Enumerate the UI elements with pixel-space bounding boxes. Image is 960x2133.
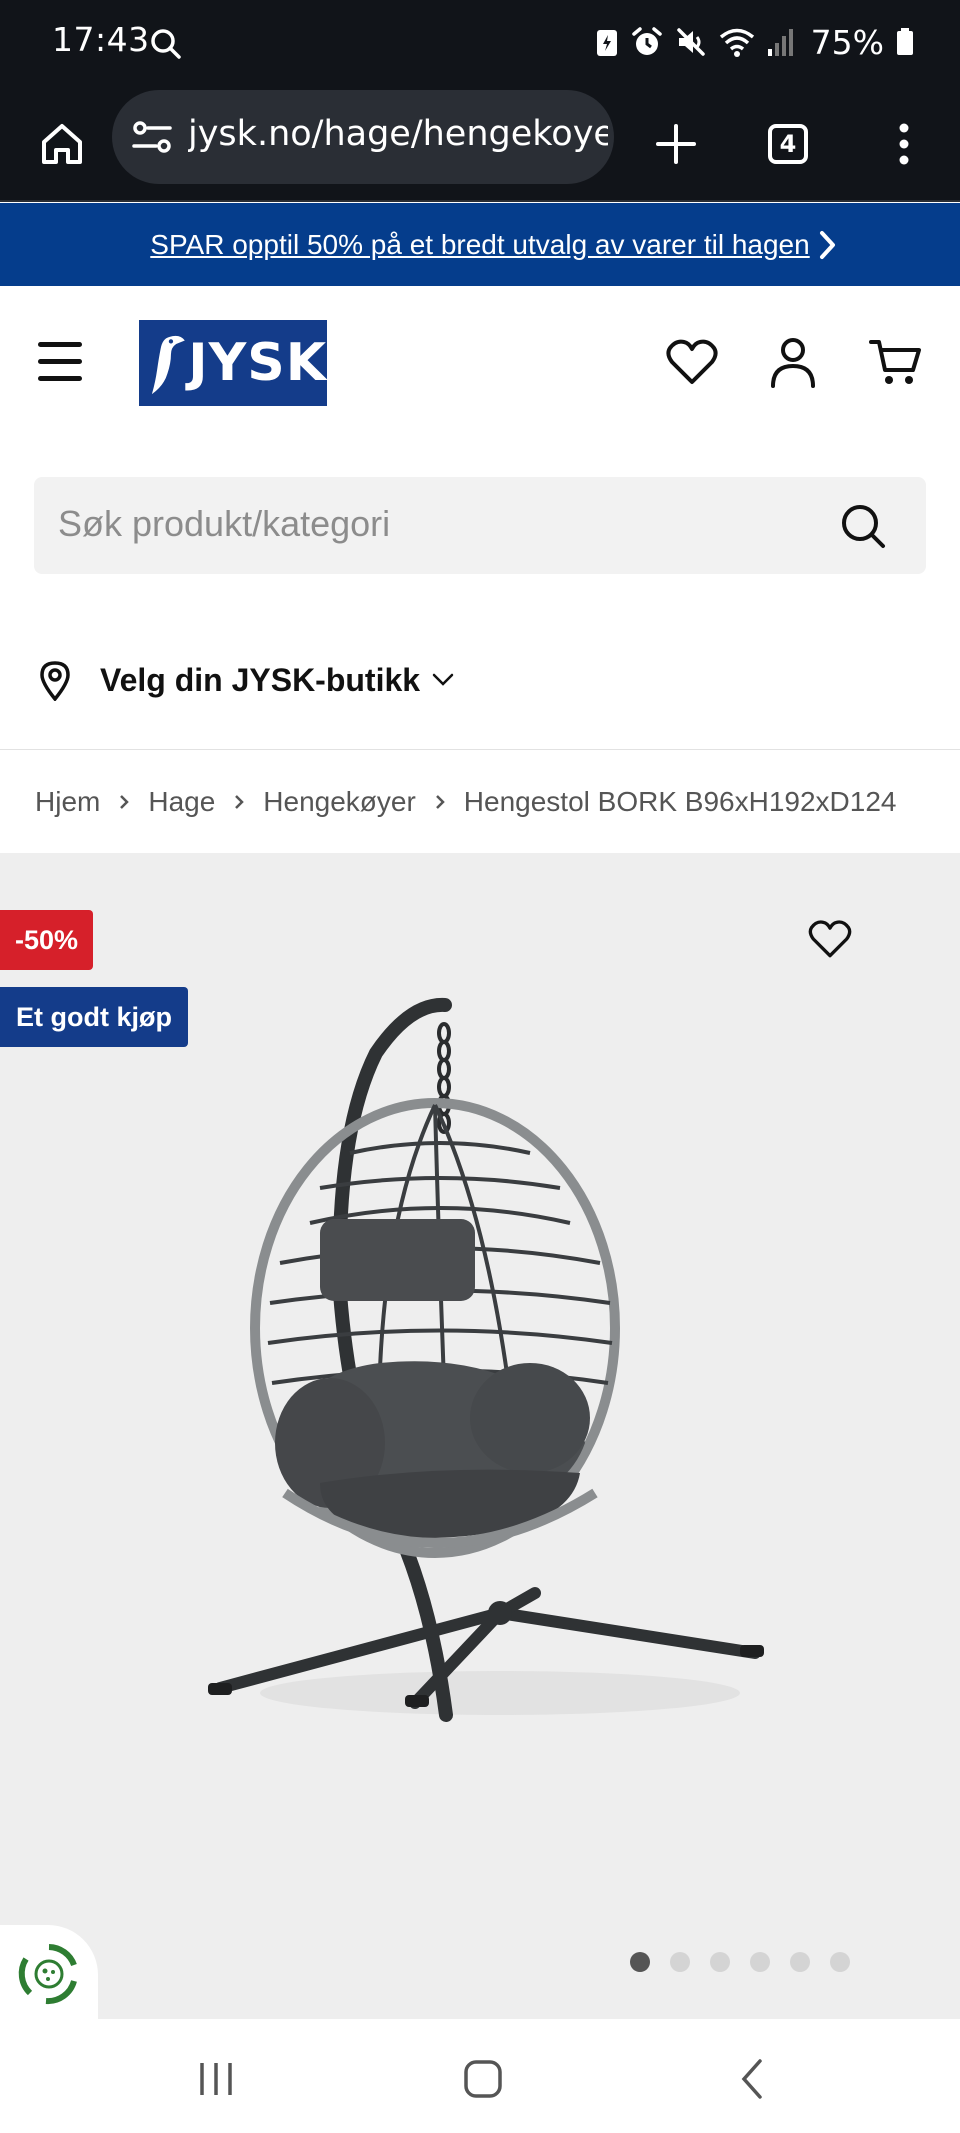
breadcrumb-item-home[interactable]: Hjem — [35, 786, 100, 818]
store-selector[interactable]: Velg din JYSK-butikk — [38, 650, 454, 710]
site-header: JYSK — [0, 286, 960, 446]
back-button[interactable] — [722, 2055, 782, 2103]
cart-button[interactable] — [866, 332, 926, 392]
recent-apps-button[interactable] — [186, 2055, 246, 2103]
gallery-pagination — [630, 1952, 850, 1972]
battery-level: 75% — [810, 22, 884, 62]
signal-icon — [767, 29, 793, 56]
jysk-bird-icon — [151, 335, 185, 395]
recycle-icon — [18, 1944, 77, 2005]
gallery-dot-6[interactable] — [830, 1952, 850, 1972]
promo-banner[interactable]: SPAR opptil 50% på et bredt utvalg av va… — [0, 203, 960, 286]
breadcrumb-item-current: Hengestol BORK B96xH192xD124 — [463, 786, 897, 817]
menu-icon-bar — [38, 376, 82, 381]
heart-icon — [666, 339, 718, 384]
address-bar[interactable]: jysk.no/hage/hengekoye — [112, 90, 614, 184]
battery-saver-icon — [596, 30, 617, 56]
location-pin-icon — [40, 661, 70, 701]
add-to-wishlist-icon[interactable] — [808, 919, 852, 959]
chevron-right-icon — [820, 231, 835, 259]
url-text[interactable]: jysk.no/hage/hengekoye — [188, 114, 608, 154]
product-image-hanging-chair — [208, 997, 764, 1722]
back-icon — [741, 2059, 762, 2099]
site-settings-icon[interactable] — [132, 120, 172, 154]
divider — [0, 749, 960, 750]
status-icons: 75% — [595, 22, 914, 62]
chevron-right-icon — [118, 793, 130, 811]
menu-icon-bar — [38, 342, 82, 347]
gallery-dot-3[interactable] — [710, 1952, 730, 1972]
tab-count: 4 — [768, 124, 808, 164]
search-icon[interactable] — [840, 503, 886, 549]
cart-icon — [869, 340, 921, 384]
cookie-settings-button[interactable] — [0, 1925, 98, 2023]
logo-text: JYSK — [188, 333, 327, 393]
browser-toolbar: jysk.no/hage/hengekoye 4 — [0, 86, 960, 202]
breadcrumb-item-hage[interactable]: Hage — [148, 786, 215, 818]
home-square-icon — [464, 2060, 502, 2098]
chevron-down-icon — [432, 673, 454, 686]
store-selector-label[interactable]: Velg din JYSK-butikk — [100, 662, 420, 699]
account-button[interactable] — [763, 332, 823, 392]
new-tab-button[interactable] — [640, 108, 712, 180]
search-notification-icon — [151, 29, 181, 59]
menu-button[interactable] — [38, 342, 88, 382]
home-button[interactable] — [30, 112, 94, 176]
chevron-right-icon — [434, 793, 446, 811]
chevron-right-icon — [233, 793, 245, 811]
search-placeholder: Søk produkt/kategori — [58, 503, 391, 544]
browser-menu-button[interactable] — [868, 108, 940, 180]
recent-apps-icon — [200, 2063, 232, 2095]
battery-icon — [897, 28, 913, 55]
home-icon — [42, 124, 82, 164]
jysk-logo[interactable]: JYSK — [139, 320, 327, 406]
deal-badge: Et godt kjøp — [0, 987, 188, 1047]
mute-icon — [676, 28, 705, 56]
system-navigation-bar — [0, 2019, 960, 2133]
search-input[interactable]: Søk produkt/kategori — [34, 477, 926, 574]
menu-icon-bar — [38, 359, 82, 364]
breadcrumb: Hjem Hage Hengekøyer Hengestol BORK B96x… — [35, 782, 896, 822]
product-gallery[interactable]: -50% Et godt kjøp — [0, 853, 960, 2023]
wifi-icon — [719, 28, 754, 57]
status-bar: 17:43 75% — [0, 0, 960, 86]
promo-link[interactable]: SPAR opptil 50% på et bredt utvalg av va… — [150, 229, 809, 261]
discount-badge: -50% — [0, 910, 93, 970]
alarm-icon — [631, 27, 662, 55]
tab-switcher-button[interactable]: 4 — [752, 108, 824, 180]
status-time: 17:43 — [52, 20, 150, 59]
home-nav-button[interactable] — [453, 2055, 513, 2103]
gallery-dot-1[interactable] — [630, 1952, 650, 1972]
more-vertical-icon — [899, 123, 909, 165]
user-icon — [771, 338, 815, 388]
plus-icon — [656, 124, 696, 164]
breadcrumb-item-hengekoyer[interactable]: Hengekøyer — [263, 786, 416, 818]
gallery-dot-4[interactable] — [750, 1952, 770, 1972]
gallery-dot-5[interactable] — [790, 1952, 810, 1972]
gallery-dot-2[interactable] — [670, 1952, 690, 1972]
wishlist-button[interactable] — [662, 332, 722, 392]
